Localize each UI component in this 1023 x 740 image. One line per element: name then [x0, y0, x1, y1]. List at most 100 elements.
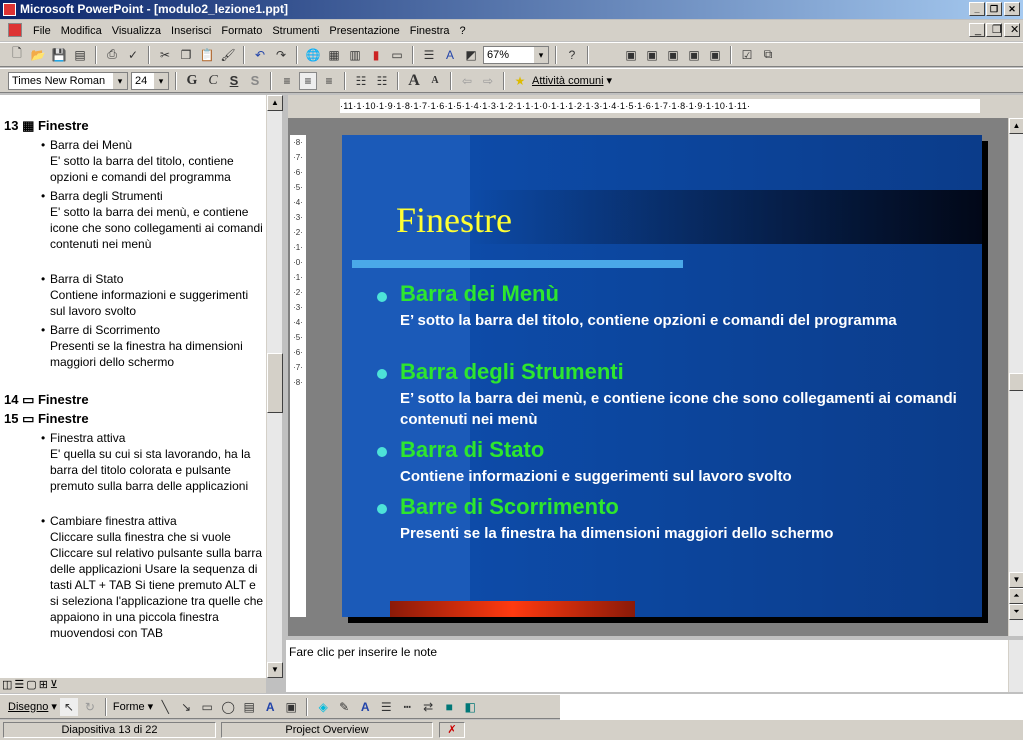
outline-slide-15[interactable]: 15 ▭ Finestre [4, 411, 89, 427]
menu-help[interactable]: ? [455, 25, 471, 37]
notes-pane[interactable]: Fare clic per inserire le note [286, 640, 1008, 692]
outline-item[interactable]: Finestra attivaE' quella su cui si sta l… [50, 430, 264, 494]
comment-icon[interactable]: ▣ [664, 46, 682, 64]
new-icon[interactable]: 🗋 [8, 46, 26, 64]
outline-slide-13[interactable]: 13 ▦ Finestre [4, 118, 89, 134]
open-icon[interactable]: 📂 [29, 46, 47, 64]
print-icon[interactable]: ⎙ [103, 46, 121, 64]
slideshow-icon[interactable]: ⊻ [50, 678, 58, 693]
3d-icon[interactable]: ◧ [461, 698, 479, 716]
align-center-icon[interactable]: ≡ [299, 71, 317, 90]
slide-layout-icon[interactable]: ▣ [622, 46, 640, 64]
notes-scrollbar[interactable] [1008, 640, 1023, 692]
line-style-icon[interactable]: ☰ [377, 698, 395, 716]
restore-button[interactable]: ❐ [986, 2, 1002, 16]
vertical-ruler[interactable]: ·8· ·7· ·6· ·5· ·4· ·3· ·2· ·1· ·0· ·1· ·2· ·3· ·4· ·… [290, 135, 306, 617]
previous-slide-button[interactable]: ⏶ [1009, 588, 1023, 604]
help-icon[interactable]: ? [563, 46, 581, 64]
outline-item[interactable]: Barre di ScorrimentoPresenti se la fines… [50, 322, 264, 370]
menu-formato[interactable]: Formato [216, 25, 267, 37]
sorter-view-icon[interactable]: ⊞ [39, 678, 48, 693]
outline-item[interactable]: Barra degli StrumentiE' sotto la barra d… [50, 188, 264, 252]
outline-view-icon[interactable]: ☰ [14, 678, 24, 693]
insert-table-icon[interactable]: ▥ [346, 46, 364, 64]
new-slide-icon[interactable]: ▭ [388, 46, 406, 64]
arrow-icon[interactable]: ↘ [177, 698, 195, 716]
cut-icon[interactable]: ✂ [156, 46, 174, 64]
rectangle-icon[interactable]: ▭ [198, 698, 216, 716]
menu-strumenti[interactable]: Strumenti [267, 25, 324, 37]
spelling-icon[interactable]: ✓ [124, 46, 142, 64]
redo-icon[interactable]: ↷ [272, 46, 290, 64]
slide-canvas[interactable]: Finestre Barra dei Menù E’ sotto la barr… [342, 135, 982, 617]
bullet-heading[interactable]: Barra di Stato [400, 437, 544, 463]
menu-presentazione[interactable]: Presentazione [324, 25, 404, 37]
bullet-heading[interactable]: Barre di Scorrimento [400, 494, 619, 520]
numbering-icon[interactable]: ☷ [352, 72, 370, 90]
bullet-text[interactable]: Contiene informazioni e suggerimenti sul… [400, 466, 960, 487]
insert-chart-icon[interactable]: ▮ [367, 46, 385, 64]
outline-slide-14[interactable]: 14 ▭ Finestre [4, 392, 89, 408]
decrease-font-icon[interactable]: A [426, 72, 444, 90]
draw-menu-button[interactable]: Disegno [8, 701, 48, 713]
bullet-text[interactable]: Presenti se la finestra ha dimensioni ma… [400, 523, 960, 544]
outline-scrollbar[interactable]: ▲ ▼ [266, 95, 283, 678]
autoshapes-menu-button[interactable]: Forme [113, 701, 145, 713]
menu-inserisci[interactable]: Inserisci [166, 25, 216, 37]
common-tasks-button[interactable]: Attività comuni [532, 75, 604, 87]
scroll-down-button[interactable]: ▼ [267, 662, 283, 678]
group-icon[interactable]: ⧉ [759, 46, 777, 64]
fill-color-icon[interactable]: ◈ [314, 698, 332, 716]
close-button[interactable]: ✕ [1004, 2, 1020, 16]
slide-title[interactable]: Finestre [396, 199, 512, 241]
preview-icon[interactable]: ▣ [706, 46, 724, 64]
copy-icon[interactable]: ❐ [177, 46, 195, 64]
demote-icon[interactable]: ⇨ [479, 72, 497, 90]
free-rotate-icon[interactable]: ↻ [81, 698, 99, 716]
format-painter-icon[interactable]: 🖌 [219, 46, 237, 64]
horizontal-ruler[interactable]: ·11·1·10·1·9·1·8·1·7·1·6·1·5·1·4·1·3·1·2… [340, 99, 980, 113]
menu-file[interactable]: File [28, 25, 56, 37]
checkbox-icon[interactable]: ☑ [738, 46, 756, 64]
scroll-thumb[interactable] [267, 353, 283, 413]
menu-modifica[interactable]: Modifica [56, 25, 107, 37]
clipart-icon[interactable]: ▣ [282, 698, 300, 716]
font-select[interactable]: Times New Roman [8, 71, 128, 90]
minimize-button[interactable]: _ [969, 2, 985, 16]
outline-item[interactable]: Barra di StatoContiene informazioni e su… [50, 271, 264, 319]
menu-visualizza[interactable]: Visualizza [107, 25, 166, 37]
slide-view-icon[interactable]: ▢ [26, 678, 36, 693]
normal-view-icon[interactable]: ◫ [2, 678, 12, 693]
outline-pane[interactable]: 13 ▦ Finestre Barra dei MenùE' sotto la … [0, 95, 266, 678]
animation-icon[interactable]: ▣ [685, 46, 703, 64]
bullet-text[interactable]: E’ sotto la barra dei menù, e contiene i… [400, 388, 960, 430]
select-pointer-icon[interactable]: ↖ [59, 697, 78, 716]
scroll-up-button[interactable]: ▲ [267, 95, 283, 111]
oval-icon[interactable]: ◯ [219, 698, 237, 716]
tables-borders-icon[interactable]: ▦ [325, 46, 343, 64]
doc-minimize-button[interactable]: _ [969, 23, 985, 37]
save-icon[interactable]: 💾 [50, 46, 68, 64]
apply-design-icon[interactable]: ▣ [643, 46, 661, 64]
line-color-icon[interactable]: ✎ [335, 698, 353, 716]
doc-close-button[interactable]: ✕ [1004, 23, 1020, 37]
shadow-icon[interactable]: ■ [440, 698, 458, 716]
hyperlink-icon[interactable]: 🌐 [304, 46, 322, 64]
line-icon[interactable]: ╲ [156, 698, 174, 716]
doc-restore-button[interactable]: ❐ [986, 23, 1002, 37]
font-size-select[interactable]: 24 [131, 71, 169, 90]
bullet-heading[interactable]: Barra dei Menù [400, 281, 559, 307]
outline-item[interactable]: Barra dei MenùE' sotto la barra del tito… [50, 137, 264, 185]
bullet-heading[interactable]: Barra degli Strumenti [400, 359, 624, 385]
bullets-icon[interactable]: ☷ [373, 72, 391, 90]
zoom-select[interactable]: 67% [483, 45, 549, 64]
paste-icon[interactable]: 📋 [198, 46, 216, 64]
next-slide-button[interactable]: ⏷ [1009, 604, 1023, 620]
slide-scrollbar[interactable]: ▲ ▼ ⏶ ⏷ [1008, 118, 1023, 636]
spelling-status-icon[interactable]: ✗ [439, 722, 465, 738]
shadow-button[interactable]: S [246, 72, 264, 90]
promote-icon[interactable]: ⇦ [458, 72, 476, 90]
scroll-thumb[interactable] [1009, 373, 1023, 391]
bullet-text[interactable]: E’ sotto la barra del titolo, contiene o… [400, 310, 960, 331]
italic-button[interactable]: C [204, 72, 222, 90]
